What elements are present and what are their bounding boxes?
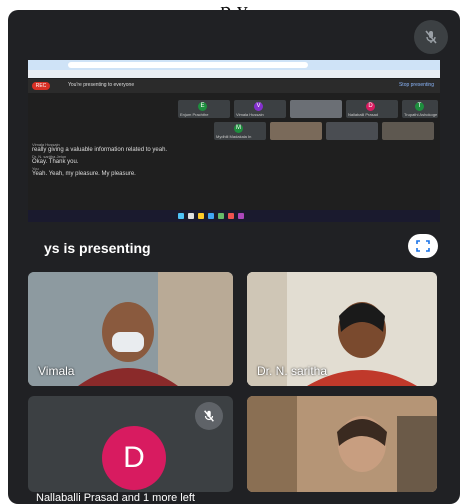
shared-tile-name: Trupathi Ashokoge bbox=[404, 112, 438, 117]
presenting-banner: REC You're presenting to everyone Stop p… bbox=[28, 79, 440, 93]
meet-window: REC You're presenting to everyone Stop p… bbox=[8, 10, 460, 504]
chat-message: Okay. Thank you. bbox=[32, 159, 79, 165]
windows-taskbar bbox=[28, 210, 440, 222]
shared-tile-name: Enjum Prachthe bbox=[180, 112, 209, 117]
presenting-banner-text: You're presenting to everyone bbox=[68, 82, 135, 88]
shared-tile-name: Vimala Hussain bbox=[236, 112, 264, 117]
participant-video bbox=[247, 396, 437, 492]
shared-tile: D Nallaballi Prasad bbox=[346, 100, 398, 118]
shared-tile: T Trupathi Ashokoge bbox=[402, 100, 438, 118]
shared-tile-name: Mydhili Madakala In bbox=[216, 134, 252, 139]
chat-message: Yeah. Yeah, my pleasure. My pleasure. bbox=[32, 171, 136, 177]
start-icon bbox=[178, 213, 184, 219]
participant-name: Vimala bbox=[38, 364, 75, 378]
chrome-icon bbox=[218, 213, 224, 219]
app-icon bbox=[238, 213, 244, 219]
app-icon bbox=[228, 213, 234, 219]
shared-tile-avatar: D bbox=[366, 102, 375, 111]
mic-off-icon[interactable] bbox=[414, 20, 448, 54]
shared-tile: V Vimala Hussain bbox=[234, 100, 286, 118]
shared-tile-video bbox=[290, 100, 342, 118]
shared-tile-name: Nallaballi Prasad bbox=[348, 112, 379, 117]
avatar: D bbox=[102, 426, 166, 490]
shared-tile-avatar: T bbox=[415, 102, 424, 111]
chat-panel: Vimala Hussain really giving a valuable … bbox=[32, 142, 168, 202]
participant-tile[interactable]: Dr. N. saritha bbox=[247, 272, 437, 386]
shared-screen: REC You're presenting to everyone Stop p… bbox=[28, 60, 440, 222]
participant-tile[interactable]: Vimala bbox=[28, 272, 233, 386]
shared-tile-avatar: E bbox=[198, 102, 207, 111]
participant-name: Dr. N. saritha bbox=[257, 364, 328, 378]
shared-tile-video bbox=[270, 122, 322, 140]
participant-tile[interactable]: D bbox=[28, 396, 233, 492]
rec-badge: REC bbox=[32, 82, 50, 90]
search-icon bbox=[188, 213, 194, 219]
participants-left-toast: Nallaballi Prasad and 1 more left bbox=[36, 492, 195, 504]
browser-address-bar bbox=[68, 62, 308, 68]
shared-tile-avatar: V bbox=[254, 102, 263, 111]
participant-tile[interactable] bbox=[247, 396, 437, 492]
shared-tile-avatar: M bbox=[234, 124, 243, 133]
shared-tile: M Mydhili Madakala In bbox=[214, 122, 266, 140]
edge-icon bbox=[208, 213, 214, 219]
shared-participant-strip: E Enjum Prachthe V Vimala Hussain D Nall… bbox=[178, 100, 438, 140]
stop-presenting-link[interactable]: Stop presenting bbox=[399, 82, 434, 88]
presenting-label: ys is presenting bbox=[44, 240, 151, 256]
shared-tile: E Enjum Prachthe bbox=[178, 100, 230, 118]
fullscreen-icon[interactable] bbox=[408, 234, 438, 258]
chat-message: really giving a valuable information rel… bbox=[32, 147, 168, 153]
shared-tile-video bbox=[382, 122, 434, 140]
bookmarks-bar bbox=[28, 70, 440, 78]
shared-tile-video bbox=[326, 122, 378, 140]
browser-tabbar bbox=[28, 60, 440, 70]
folder-icon bbox=[198, 213, 204, 219]
mic-off-icon bbox=[195, 402, 223, 430]
